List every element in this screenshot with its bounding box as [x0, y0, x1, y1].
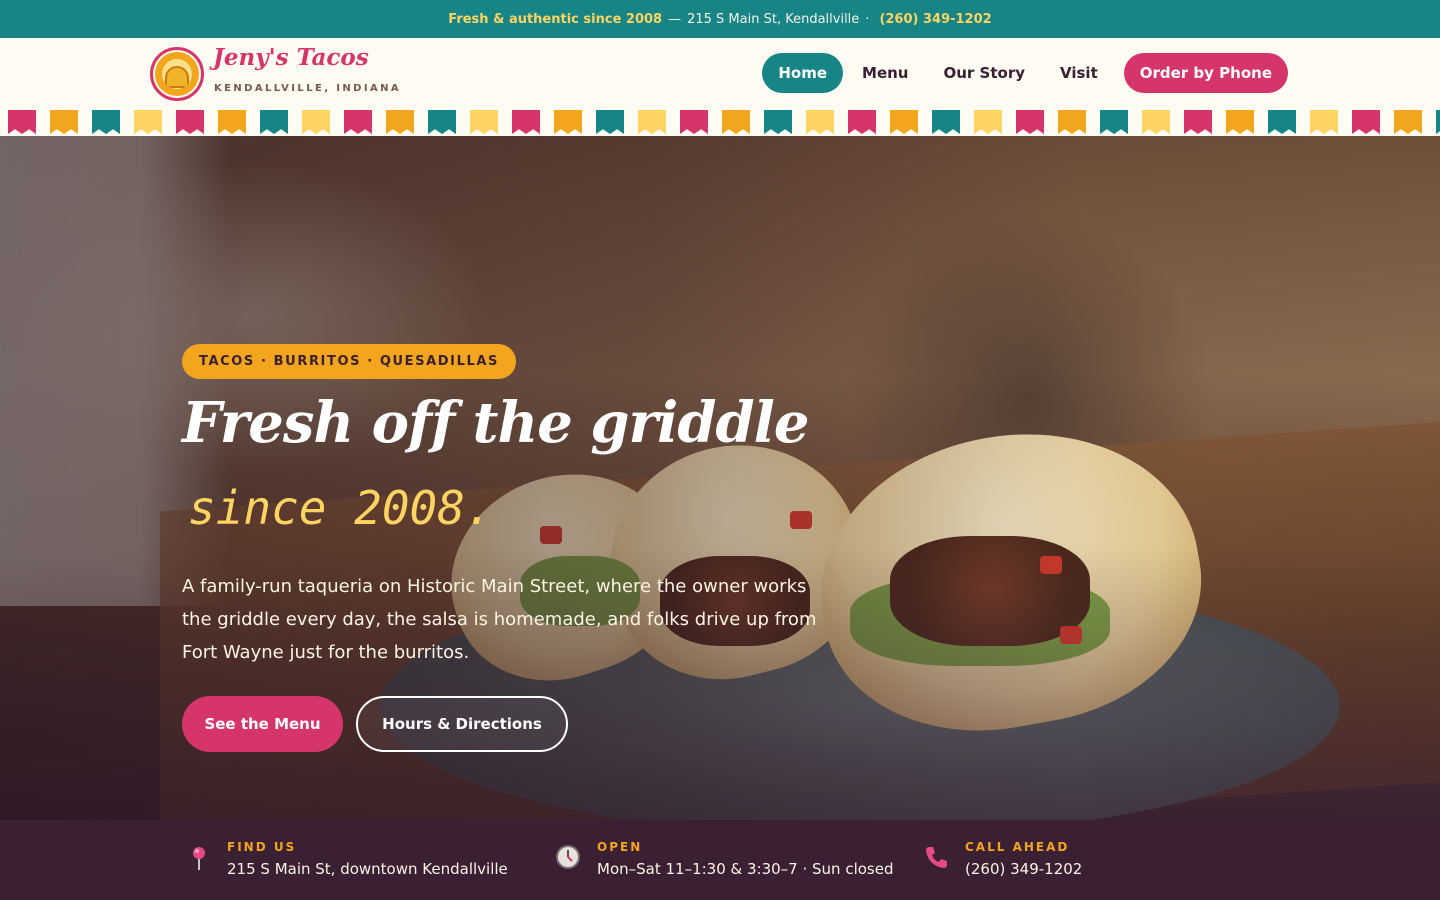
announcement-tagline: Fresh & authentic since 2008 — [448, 11, 663, 27]
papel-picado-flag — [848, 110, 876, 134]
clock-icon — [556, 845, 580, 869]
info-open: OPEN Mon–Sat 11–1:30 & 3:30–7 · Sun clos… — [597, 840, 893, 878]
papel-picado-flag — [92, 110, 120, 134]
papel-picado-flag — [302, 110, 330, 134]
main-nav: Home Menu Our Story Visit Order by Phone — [759, 53, 1288, 93]
announcement-bar: Fresh & authentic since 2008 — 215 S Mai… — [0, 0, 1440, 38]
papel-picado-flag — [680, 110, 708, 134]
phone-icon — [926, 847, 947, 868]
nav-visit[interactable]: Visit — [1044, 53, 1114, 93]
papel-picado-flag — [470, 110, 498, 134]
info-find-us-value[interactable]: 215 S Main St, downtown Kendallville — [227, 860, 508, 878]
announcement-address: 215 S Main St, Kendallville — [687, 11, 860, 27]
info-bar: FIND US 215 S Main St, downtown Kendallv… — [0, 820, 1440, 900]
papel-picado-flag — [722, 110, 750, 134]
papel-picado-flag — [1184, 110, 1212, 134]
papel-picado-flag — [974, 110, 1002, 134]
papel-picado-flag — [1394, 110, 1422, 134]
papel-picado-flag — [764, 110, 792, 134]
papel-picado-flag — [890, 110, 918, 134]
taco-logo-icon[interactable] — [150, 47, 204, 101]
hero-section: TACOS · BURRITOS · QUESADILLAS Fresh off… — [0, 136, 1440, 820]
info-find-us-label: FIND US — [227, 840, 297, 854]
papel-picado-flag — [1226, 110, 1254, 134]
nav-menu[interactable]: Menu — [846, 53, 924, 93]
papel-picado-flag — [134, 110, 162, 134]
papel-picado-flag — [1100, 110, 1128, 134]
papel-picado-flag — [8, 110, 36, 134]
nav-our-story[interactable]: Our Story — [928, 53, 1042, 93]
papel-picado-flag — [386, 110, 414, 134]
papel-picado-flag — [1352, 110, 1380, 134]
nav-home[interactable]: Home — [762, 53, 844, 93]
hours-directions-button[interactable]: Hours & Directions — [356, 696, 568, 752]
site-header: Jeny's Tacos KENDALLVILLE, INDIANA Home … — [0, 38, 1440, 110]
info-find-us: FIND US 215 S Main St, downtown Kendallv… — [227, 840, 508, 878]
papel-picado-flag — [428, 110, 456, 134]
papel-picado-flag — [512, 110, 540, 134]
announcement-separator: · — [865, 11, 870, 27]
papel-picado-flag — [344, 110, 372, 134]
papel-picado-flag — [806, 110, 834, 134]
papel-picado-flag — [554, 110, 582, 134]
info-call-ahead-value[interactable]: (260) 349-1202 — [965, 860, 1082, 878]
announcement-dash: — — [668, 11, 682, 27]
map-pin-icon — [193, 847, 205, 870]
papel-picado-flag — [1310, 110, 1338, 134]
papel-picado-flag — [50, 110, 78, 134]
info-call-ahead: CALL AHEAD (260) 349-1202 — [965, 840, 1082, 878]
papel-picado-flag — [1016, 110, 1044, 134]
papel-picado-flag — [218, 110, 246, 134]
info-open-label: OPEN — [597, 840, 643, 854]
announcement-phone-link[interactable]: (260) 349-1202 — [879, 12, 991, 27]
info-call-ahead-label: CALL AHEAD — [965, 840, 1070, 854]
papel-picado-flag — [1058, 110, 1086, 134]
papel-picado-flag — [638, 110, 666, 134]
hero-headline: Fresh off the griddle — [182, 390, 810, 456]
hero-description: A family-run taqueria on Historic Main S… — [182, 576, 817, 663]
papel-picado-flag — [260, 110, 288, 134]
hero-category-badge: TACOS · BURRITOS · QUESADILLAS — [182, 344, 516, 379]
papel-picado-flag — [176, 110, 204, 134]
order-by-phone-button[interactable]: Order by Phone — [1123, 53, 1288, 93]
see-the-menu-button[interactable]: See the Menu — [182, 696, 343, 752]
brand-location: KENDALLVILLE, INDIANA — [214, 83, 402, 94]
papel-picado-flag — [1268, 110, 1296, 134]
papel-picado-flag — [596, 110, 624, 134]
papel-picado-flag — [1436, 110, 1440, 134]
papel-picado-flag — [1142, 110, 1170, 134]
papel-picado-banner — [0, 110, 1440, 136]
info-open-value: Mon–Sat 11–1:30 & 3:30–7 · Sun closed — [597, 860, 894, 878]
papel-picado-flag — [932, 110, 960, 134]
hero-headline-accent: since 2008. — [188, 481, 493, 535]
brand-name[interactable]: Jeny's Tacos — [213, 44, 369, 71]
